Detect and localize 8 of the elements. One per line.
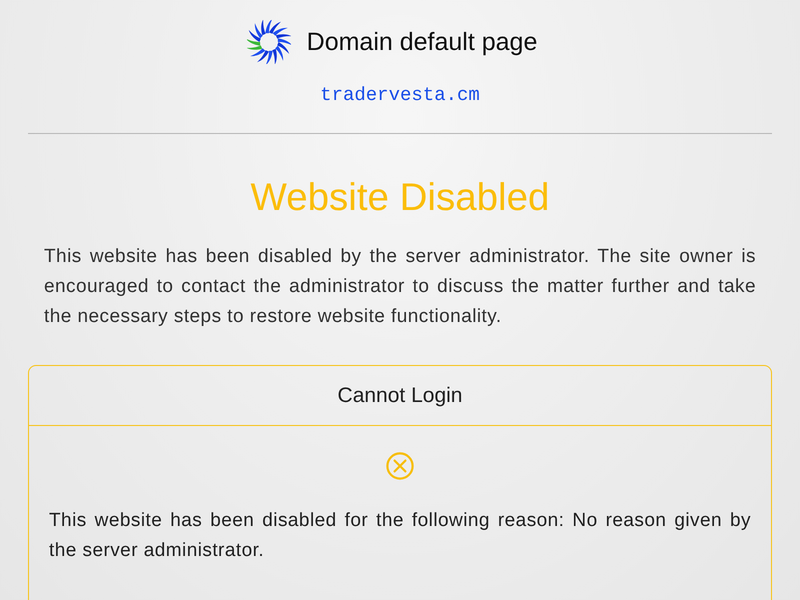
- circle-x-icon: [386, 452, 414, 480]
- domain-link[interactable]: tradervesta.cm: [320, 82, 480, 108]
- swirl-logo-icon: [246, 20, 291, 64]
- reason-message: This website has been disabled for the following reason: No reason given by the server administrator.: [49, 509, 751, 563]
- disabled-heading: Website Disabled: [250, 175, 550, 221]
- card-title: Cannot Login: [338, 384, 462, 408]
- disabled-message: This website has been disabled by the server administrator. The site owner is encouraged to contact the administrator to discuss the matter further and take the necessary steps to restore website functionality.: [44, 245, 756, 329]
- page-title: Domain default page: [306, 27, 538, 58]
